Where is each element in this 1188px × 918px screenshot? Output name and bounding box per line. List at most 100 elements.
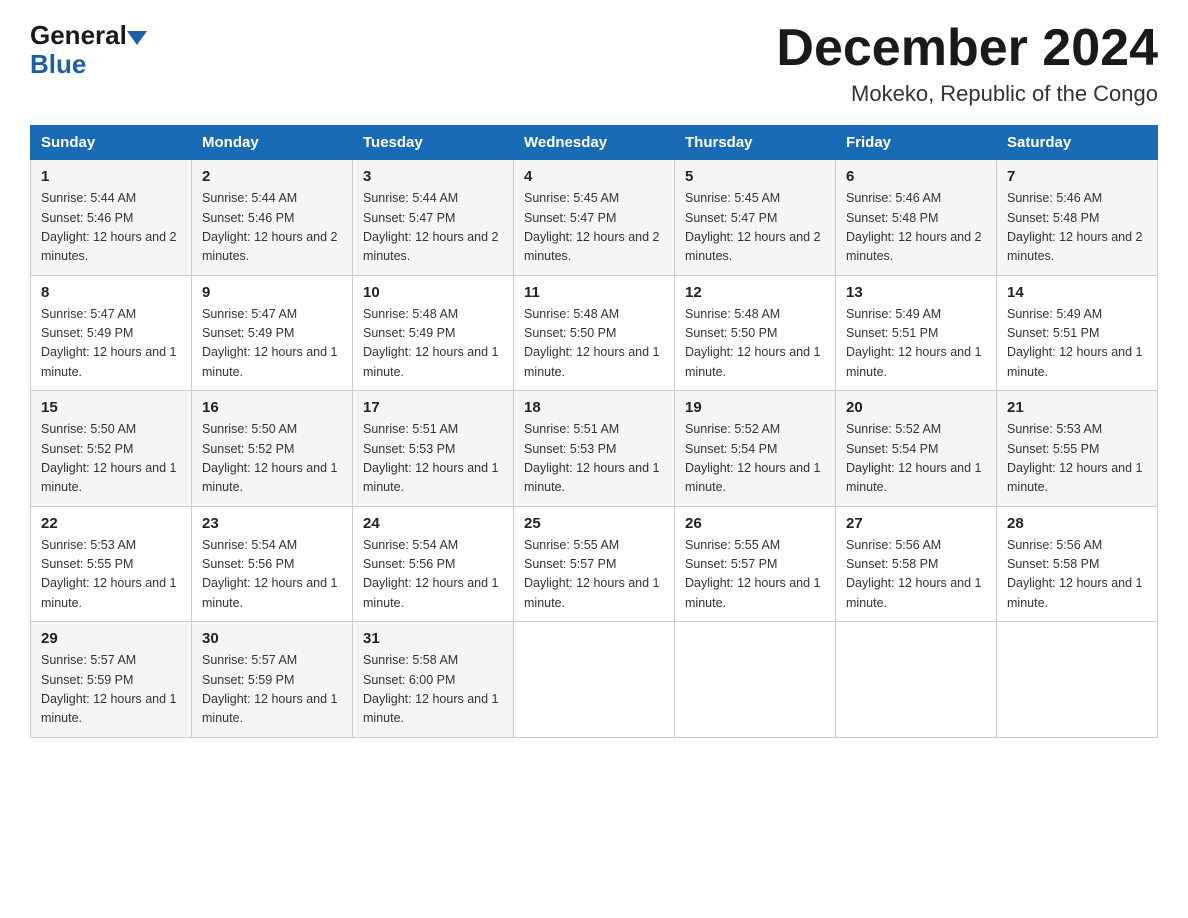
- day-number: 19: [685, 399, 825, 416]
- table-row: 7Sunrise: 5:46 AMSunset: 5:48 PMDaylight…: [997, 160, 1158, 276]
- col-friday: Friday: [836, 126, 997, 160]
- day-info: Sunrise: 5:45 AMSunset: 5:47 PMDaylight:…: [685, 189, 825, 267]
- day-info: Sunrise: 5:57 AMSunset: 5:59 PMDaylight:…: [202, 651, 342, 729]
- table-row: [836, 622, 997, 738]
- day-number: 26: [685, 515, 825, 532]
- day-number: 8: [41, 284, 181, 301]
- table-row: 24 Sunrise: 5:54 AMSunset: 5:56 PMDayligh…: [353, 506, 514, 622]
- table-row: 8Sunrise: 5:47 AMSunset: 5:49 PMDaylight…: [31, 275, 192, 391]
- table-row: 2 Sunrise: 5:44 AMSunset: 5:46 PMDaylight…: [192, 160, 353, 276]
- day-number: 23: [202, 515, 342, 532]
- day-info: Sunrise: 5:55 AMSunset: 5:57 PMDaylight:…: [524, 536, 664, 614]
- day-number: 5: [685, 168, 825, 185]
- day-number: 29: [41, 630, 181, 647]
- col-saturday: Saturday: [997, 126, 1158, 160]
- day-info: Sunrise: 5:46 AMSunset: 5:48 PMDaylight:…: [1007, 189, 1147, 267]
- day-number: 30: [202, 630, 342, 647]
- table-row: 27 Sunrise: 5:56 AMSunset: 5:58 PMDayligh…: [836, 506, 997, 622]
- table-row: 15 Sunrise: 5:50 AMSunset: 5:52 PMDayligh…: [31, 391, 192, 507]
- day-number: 1: [41, 168, 181, 185]
- col-tuesday: Tuesday: [353, 126, 514, 160]
- table-row: 18 Sunrise: 5:51 AMSunset: 5:53 PMDayligh…: [514, 391, 675, 507]
- table-row: 17Sunrise: 5:51 AMSunset: 5:53 PMDayligh…: [353, 391, 514, 507]
- table-row: [997, 622, 1158, 738]
- table-row: 16 Sunrise: 5:50 AMSunset: 5:52 PMDayligh…: [192, 391, 353, 507]
- day-info: Sunrise: 5:54 AMSunset: 5:56 PMDaylight:…: [363, 536, 503, 614]
- table-row: [675, 622, 836, 738]
- day-number: 2: [202, 168, 342, 185]
- table-row: 23 Sunrise: 5:54 AMSunset: 5:56 PMDayligh…: [192, 506, 353, 622]
- table-row: 20Sunrise: 5:52 AMSunset: 5:54 PMDayligh…: [836, 391, 997, 507]
- table-row: 6Sunrise: 5:46 AMSunset: 5:48 PMDaylight…: [836, 160, 997, 276]
- month-year-title: December 2024: [776, 20, 1158, 77]
- table-row: 12 Sunrise: 5:48 AMSunset: 5:50 PMDayligh…: [675, 275, 836, 391]
- day-number: 28: [1007, 515, 1147, 532]
- day-info: Sunrise: 5:50 AMSunset: 5:52 PMDaylight:…: [41, 420, 181, 498]
- day-info: Sunrise: 5:58 AMSunset: 6:00 PMDaylight:…: [363, 651, 503, 729]
- table-row: 22 Sunrise: 5:53 AMSunset: 5:55 PMDayligh…: [31, 506, 192, 622]
- location-subtitle: Mokeko, Republic of the Congo: [776, 81, 1158, 107]
- day-number: 27: [846, 515, 986, 532]
- table-row: 9 Sunrise: 5:47 AMSunset: 5:49 PMDaylight…: [192, 275, 353, 391]
- table-row: 1 Sunrise: 5:44 AMSunset: 5:46 PMDaylight…: [31, 160, 192, 276]
- logo-arrow-icon: [127, 20, 147, 51]
- day-info: Sunrise: 5:53 AMSunset: 5:55 PMDaylight:…: [1007, 420, 1147, 498]
- table-row: 26 Sunrise: 5:55 AMSunset: 5:57 PMDayligh…: [675, 506, 836, 622]
- day-info: Sunrise: 5:51 AMSunset: 5:53 PMDaylight:…: [524, 420, 664, 498]
- calendar-table: Sunday Monday Tuesday Wednesday Thursday…: [30, 125, 1158, 738]
- day-info: Sunrise: 5:46 AMSunset: 5:48 PMDaylight:…: [846, 189, 986, 267]
- day-info: Sunrise: 5:47 AMSunset: 5:49 PMDaylight:…: [202, 305, 342, 383]
- day-info: Sunrise: 5:49 AMSunset: 5:51 PMDaylight:…: [846, 305, 986, 383]
- table-row: 28 Sunrise: 5:56 AMSunset: 5:58 PMDayligh…: [997, 506, 1158, 622]
- day-number: 14: [1007, 284, 1147, 301]
- table-row: 21 Sunrise: 5:53 AMSunset: 5:55 PMDayligh…: [997, 391, 1158, 507]
- day-number: 16: [202, 399, 342, 416]
- calendar-week-row: 8 Sunrise: 5:47 AMSunset: 5:49 PMDaylight…: [31, 275, 1158, 391]
- day-number: 12: [685, 284, 825, 301]
- calendar-header-row: Sunday Monday Tuesday Wednesday Thursday…: [31, 126, 1158, 160]
- day-info: Sunrise: 5:44 AMSunset: 5:46 PMDaylight:…: [202, 189, 342, 267]
- table-row: [514, 622, 675, 738]
- col-sunday: Sunday: [31, 126, 192, 160]
- day-number: 24: [363, 515, 503, 532]
- day-number: 20: [846, 399, 986, 416]
- day-number: 13: [846, 284, 986, 301]
- day-number: 15: [41, 399, 181, 416]
- table-row: 10Sunrise: 5:48 AMSunset: 5:49 PMDayligh…: [353, 275, 514, 391]
- day-number: 18: [524, 399, 664, 416]
- day-info: Sunrise: 5:49 AMSunset: 5:51 PMDaylight:…: [1007, 305, 1147, 383]
- day-info: Sunrise: 5:44 AMSunset: 5:46 PMDaylight:…: [41, 189, 181, 267]
- day-info: Sunrise: 5:50 AMSunset: 5:52 PMDaylight:…: [202, 420, 342, 498]
- day-info: Sunrise: 5:56 AMSunset: 5:58 PMDaylight:…: [846, 536, 986, 614]
- day-number: 3: [363, 168, 503, 185]
- day-number: 21: [1007, 399, 1147, 416]
- title-block: December 2024 Mokeko, Republic of the Co…: [776, 20, 1158, 107]
- day-info: Sunrise: 5:48 AMSunset: 5:50 PMDaylight:…: [685, 305, 825, 383]
- day-info: Sunrise: 5:48 AMSunset: 5:49 PMDaylight:…: [363, 305, 503, 383]
- table-row: 13 Sunrise: 5:49 AMSunset: 5:51 PMDayligh…: [836, 275, 997, 391]
- table-row: 14 Sunrise: 5:49 AMSunset: 5:51 PMDayligh…: [997, 275, 1158, 391]
- day-info: Sunrise: 5:53 AMSunset: 5:55 PMDaylight:…: [41, 536, 181, 614]
- day-info: Sunrise: 5:54 AMSunset: 5:56 PMDaylight:…: [202, 536, 342, 614]
- day-info: Sunrise: 5:44 AMSunset: 5:47 PMDaylight:…: [363, 189, 503, 267]
- table-row: 4Sunrise: 5:45 AMSunset: 5:47 PMDaylight…: [514, 160, 675, 276]
- day-number: 22: [41, 515, 181, 532]
- table-row: 31 Sunrise: 5:58 AMSunset: 6:00 PMDayligh…: [353, 622, 514, 738]
- table-row: 25Sunrise: 5:55 AMSunset: 5:57 PMDayligh…: [514, 506, 675, 622]
- day-info: Sunrise: 5:57 AMSunset: 5:59 PMDaylight:…: [41, 651, 181, 729]
- col-thursday: Thursday: [675, 126, 836, 160]
- table-row: 30 Sunrise: 5:57 AMSunset: 5:59 PMDayligh…: [192, 622, 353, 738]
- table-row: 19Sunrise: 5:52 AMSunset: 5:54 PMDayligh…: [675, 391, 836, 507]
- calendar-week-row: 1 Sunrise: 5:44 AMSunset: 5:46 PMDaylight…: [31, 160, 1158, 276]
- day-number: 11: [524, 284, 664, 301]
- logo-general-text: General: [30, 20, 127, 51]
- day-number: 31: [363, 630, 503, 647]
- logo-blue-text: Blue: [30, 49, 147, 80]
- table-row: 29 Sunrise: 5:57 AMSunset: 5:59 PMDayligh…: [31, 622, 192, 738]
- table-row: 5 Sunrise: 5:45 AMSunset: 5:47 PMDaylight…: [675, 160, 836, 276]
- day-info: Sunrise: 5:56 AMSunset: 5:58 PMDaylight:…: [1007, 536, 1147, 614]
- day-number: 9: [202, 284, 342, 301]
- day-info: Sunrise: 5:45 AMSunset: 5:47 PMDaylight:…: [524, 189, 664, 267]
- day-info: Sunrise: 5:55 AMSunset: 5:57 PMDaylight:…: [685, 536, 825, 614]
- calendar-week-row: 15 Sunrise: 5:50 AMSunset: 5:52 PMDayligh…: [31, 391, 1158, 507]
